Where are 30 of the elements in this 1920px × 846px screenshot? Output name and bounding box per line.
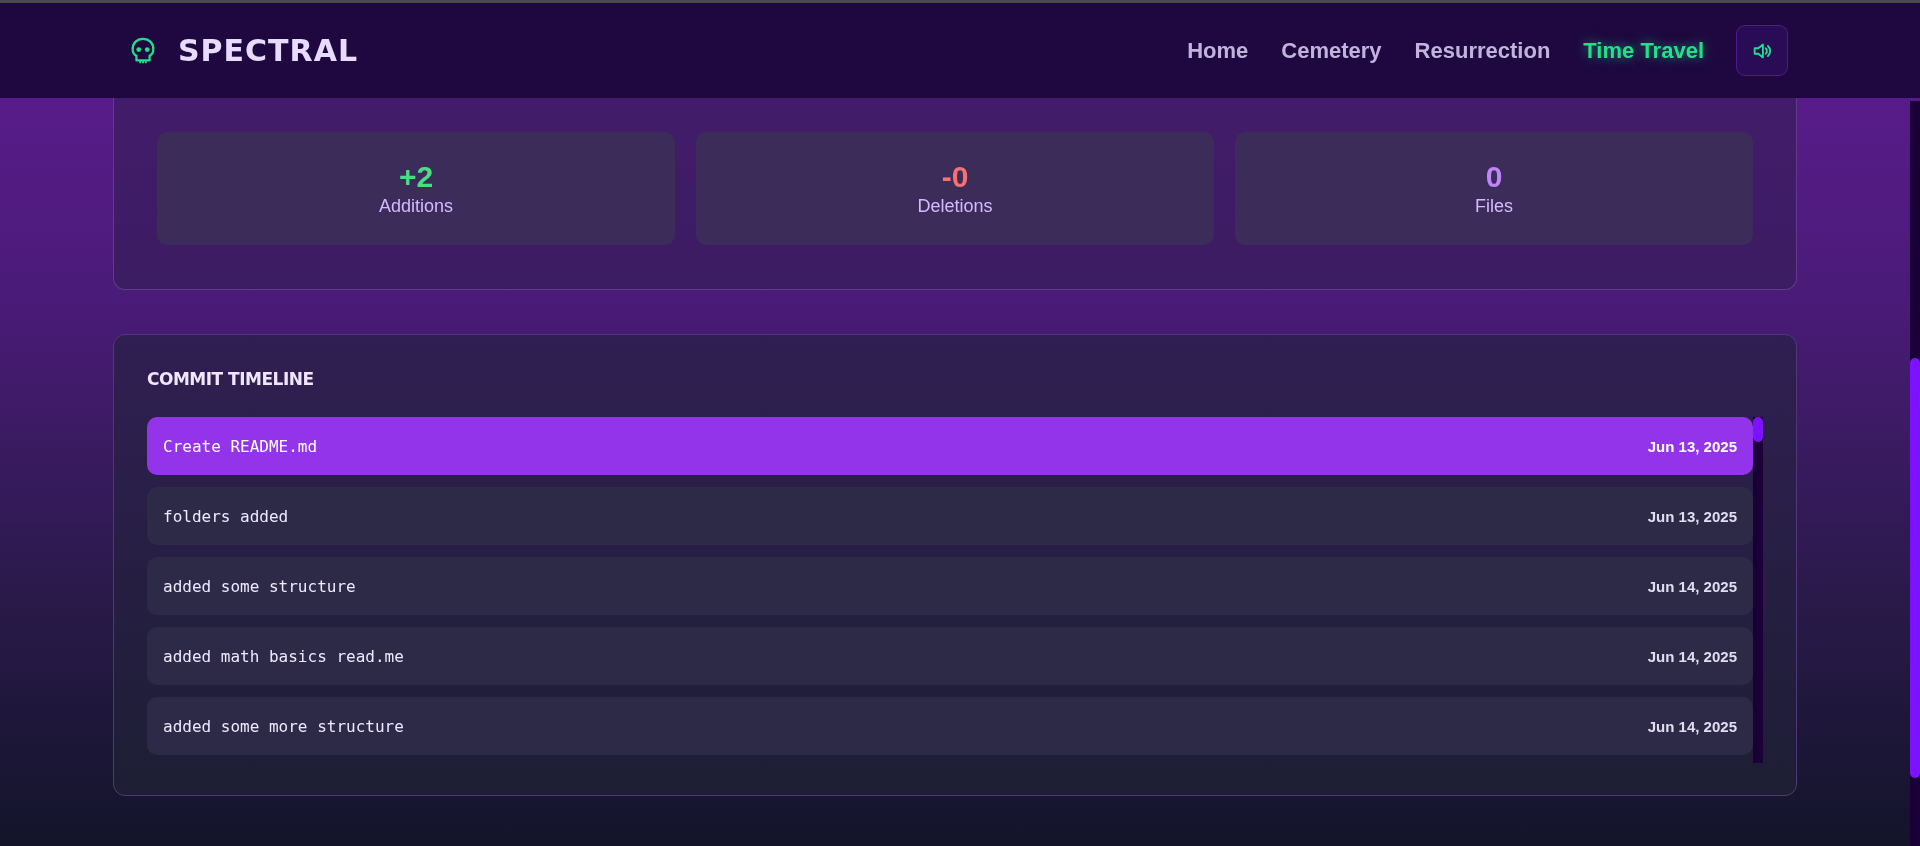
commit-date: Jun 13, 2025 — [1647, 507, 1737, 525]
stat-value: +2 — [398, 160, 434, 194]
nav-link[interactable]: Time Travel — [1583, 37, 1704, 64]
commit-date: Jun 14, 2025 — [1647, 717, 1737, 735]
commit-row[interactable]: folders added Jun 13, 2025 — [147, 487, 1753, 545]
commit-row[interactable]: added math basics read.me Jun 14, 2025 — [147, 627, 1753, 685]
stat-value: -0 — [941, 160, 969, 194]
nav-link[interactable]: Home — [1187, 37, 1249, 64]
commit-date: Jun 14, 2025 — [1647, 577, 1737, 595]
stat-label: Additions — [378, 196, 454, 217]
stat-label: Deletions — [917, 196, 993, 217]
stat-value: 0 — [1485, 160, 1503, 194]
commit-row[interactable]: added some more structure Jun 14, 2025 — [147, 697, 1753, 755]
commit-date: Jun 14, 2025 — [1647, 647, 1737, 665]
sound-button[interactable] — [1736, 25, 1788, 76]
commit-message: added some structure — [163, 576, 356, 596]
commit-date: Jun 13, 2025 — [1647, 437, 1737, 455]
list-scrollbar[interactable] — [1753, 417, 1763, 763]
nav-link[interactable]: Resurrection — [1414, 37, 1551, 64]
brand-name: SPECTRAL — [178, 33, 358, 68]
commit-row[interactable]: Create README.md Jun 13, 2025 — [147, 417, 1753, 475]
commit-message: added some more structure — [163, 716, 404, 736]
commit-message: added math basics read.me — [163, 646, 404, 666]
nav-link[interactable]: Cemetery — [1281, 37, 1382, 64]
commit-message: Create README.md — [163, 436, 318, 456]
stat-label: Files — [1475, 196, 1513, 217]
commit-message: folders added — [163, 506, 289, 526]
page-scrollbar[interactable] — [1910, 101, 1920, 846]
section-title: COMMIT TIMELINE — [147, 369, 315, 389]
commit-row[interactable]: added some structure Jun 14, 2025 — [147, 557, 1753, 615]
